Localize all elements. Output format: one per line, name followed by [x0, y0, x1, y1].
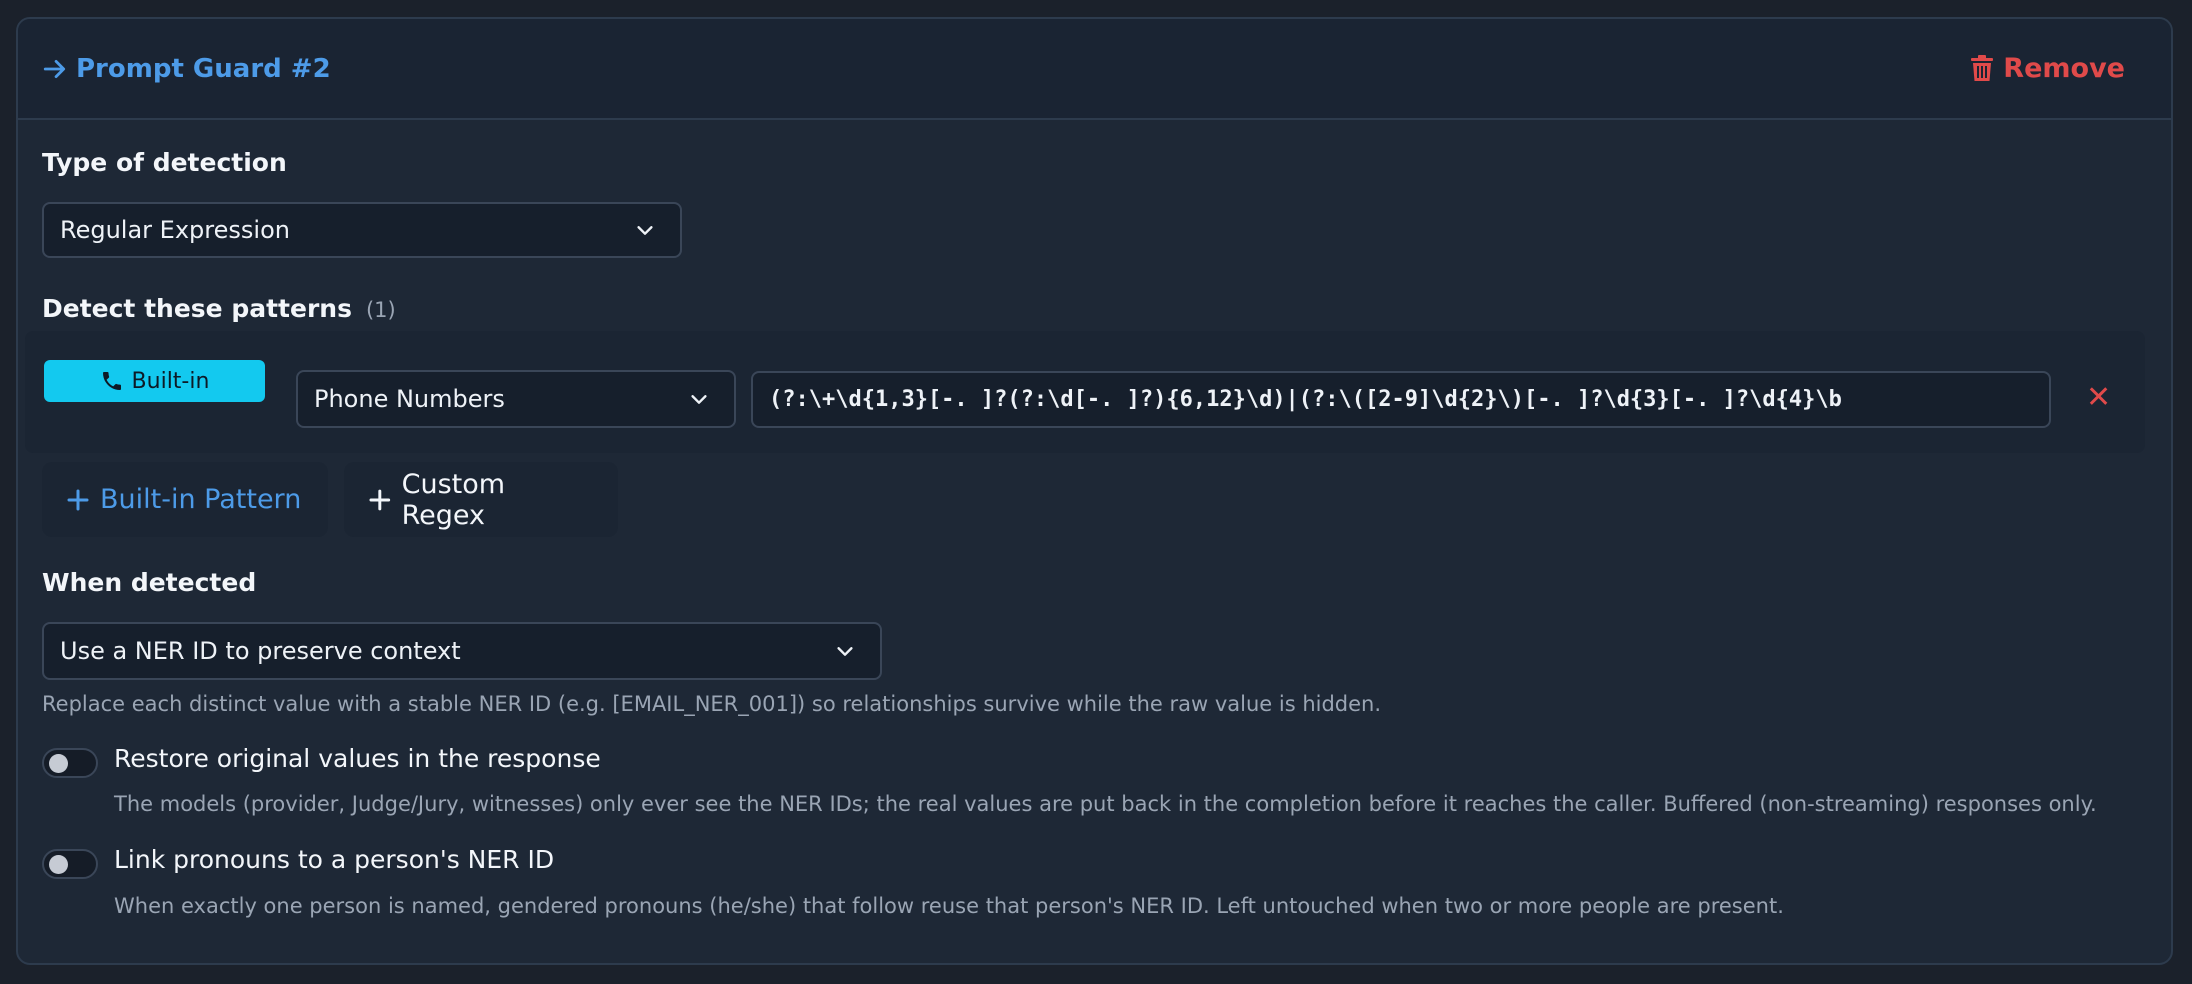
action-select[interactable]: Use a NER ID to preserve context: [42, 622, 882, 680]
plus-icon: [67, 489, 89, 510]
restore-values-toggle[interactable]: [42, 748, 98, 778]
link-pronouns-label: Link pronouns to a person's NER ID: [114, 845, 555, 874]
link-pronouns-helper: When exactly one person is named, gender…: [114, 894, 1784, 918]
chevron-down-icon: [837, 647, 853, 656]
detection-type-value: Regular Expression: [60, 216, 290, 244]
builtin-badge: Built-in: [44, 360, 265, 402]
detection-type-select[interactable]: Regular Expression: [42, 202, 682, 258]
add-builtin-label: Built-in Pattern: [100, 484, 302, 515]
remove-button[interactable]: Remove: [1971, 53, 2125, 84]
card-header: Prompt Guard #2 Remove: [18, 19, 2171, 120]
card-title-text: Prompt Guard #2: [76, 53, 331, 84]
restore-values-label: Restore original values in the response: [114, 744, 601, 773]
restore-values-helper: The models (provider, Judge/Jury, witnes…: [114, 792, 2097, 816]
pattern-count: (1): [365, 298, 396, 322]
remove-label: Remove: [2003, 53, 2125, 84]
chevron-down-icon: [691, 395, 707, 404]
detect-patterns-text: Detect these patterns: [42, 294, 352, 323]
builtin-badge-label: Built-in: [131, 368, 210, 394]
detect-patterns-label: Detect these patterns (1): [42, 294, 396, 323]
toggle-knob: [49, 855, 68, 874]
pattern-type-select[interactable]: Phone Numbers: [296, 370, 736, 428]
trash-icon: [1971, 55, 1994, 81]
link-pronouns-toggle[interactable]: [42, 849, 98, 879]
type-of-detection-label: Type of detection: [42, 148, 287, 177]
remove-pattern-icon[interactable]: ✕: [2086, 380, 2111, 415]
plus-icon: [369, 489, 391, 510]
action-select-value: Use a NER ID to preserve context: [60, 637, 461, 665]
arrow-right-icon: [43, 59, 66, 78]
action-helper-text: Replace each distinct value with a stabl…: [42, 692, 1382, 716]
pattern-type-value: Phone Numbers: [314, 385, 505, 413]
when-detected-label: When detected: [42, 568, 257, 597]
add-custom-label: Custom Regex: [401, 468, 506, 531]
chevron-down-icon: [637, 226, 653, 235]
add-builtin-pattern-button[interactable]: Built-in Pattern: [42, 462, 328, 537]
prompt-guard-card: Prompt Guard #2 Remove: [16, 17, 2173, 965]
phone-icon: [102, 372, 121, 390]
card-title[interactable]: Prompt Guard #2: [42, 54, 331, 84]
add-custom-regex-button[interactable]: Custom Regex: [344, 462, 618, 537]
toggle-knob: [49, 754, 68, 773]
regex-input[interactable]: (?:\+\d{1,3}[-. ]?(?:\d[-. ]?){6,12}\d)|…: [751, 371, 2051, 428]
